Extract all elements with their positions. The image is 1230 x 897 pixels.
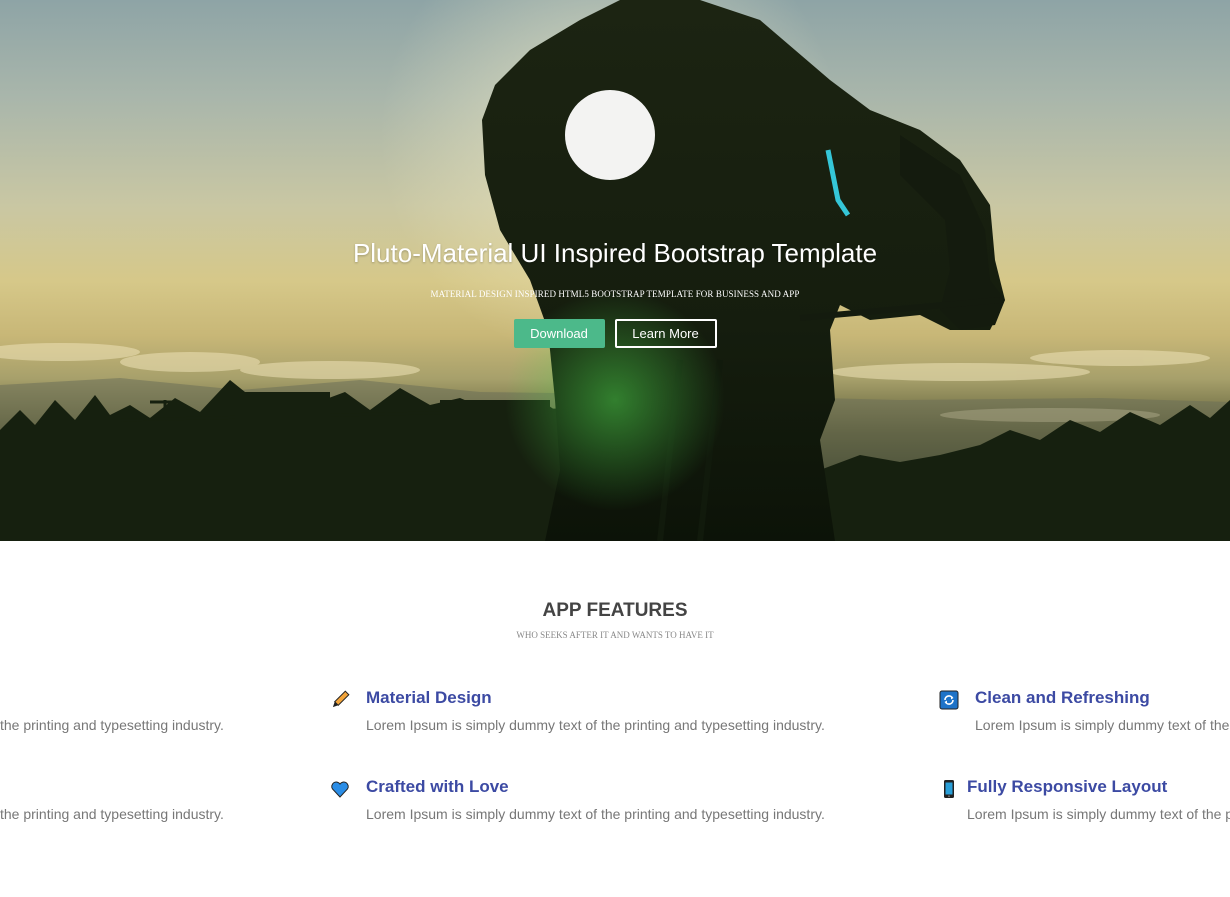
feature-text: the printing and typesetting industry. [0,717,224,733]
hero-buttons: Download Learn More [0,319,1230,348]
features-heading: APP FEATURES WHO SEEKS AFTER IT AND WANT… [0,600,1230,640]
feature-crafted-with-love: Crafted with Love Lorem Ipsum is simply … [330,777,850,827]
feature-text: Lorem Ipsum is simply dummy text of the … [975,717,1230,733]
feature-title: Fully Responsive Layout [967,777,1168,796]
features-title: APP FEATURES [542,600,688,621]
hero-subtitle: MATERIAL DESIGN INSPIRED HTML5 BOOTSTRAP… [430,289,800,299]
download-button[interactable]: Download [513,319,605,348]
feature-fully-responsive-layout: Fully Responsive Layout Lorem Ipsum is s… [939,777,1230,827]
features-subtitle: WHO SEEKS AFTER IT AND WANTS TO HAVE IT [516,630,714,640]
feature-text: the printing and typesetting industry. [0,806,224,822]
feature-title: Clean and Refreshing [975,688,1150,707]
feature-title: Crafted with Love [366,777,509,796]
hero-content: Pluto-Material UI Inspired Bootstrap Tem… [0,238,1230,348]
feature-text: Lorem Ipsum is simply dummy text of the … [967,806,1230,822]
mobile-icon [944,780,954,798]
feature-clean-and-refreshing: Clean and Refreshing Lorem Ipsum is simp… [939,688,1230,738]
feature-text: Lorem Ipsum is simply dummy text of the … [366,717,825,733]
feature-text: Lorem Ipsum is simply dummy text of the … [366,806,825,822]
refresh-icon [939,690,959,710]
feature-title: Material Design [366,688,492,707]
heart-icon [331,781,349,798]
learn-more-button[interactable]: Learn More [614,319,717,348]
feature-left-partial-2: the printing and typesetting industry. [0,806,232,822]
pencil-icon [332,690,350,708]
feature-left-partial-1: the printing and typesetting industry. [0,717,232,733]
hero-title: Pluto-Material UI Inspired Bootstrap Tem… [352,238,878,268]
hero-section: Pluto-Material UI Inspired Bootstrap Tem… [0,0,1230,541]
feature-material-design: Material Design Lorem Ipsum is simply du… [330,688,850,738]
